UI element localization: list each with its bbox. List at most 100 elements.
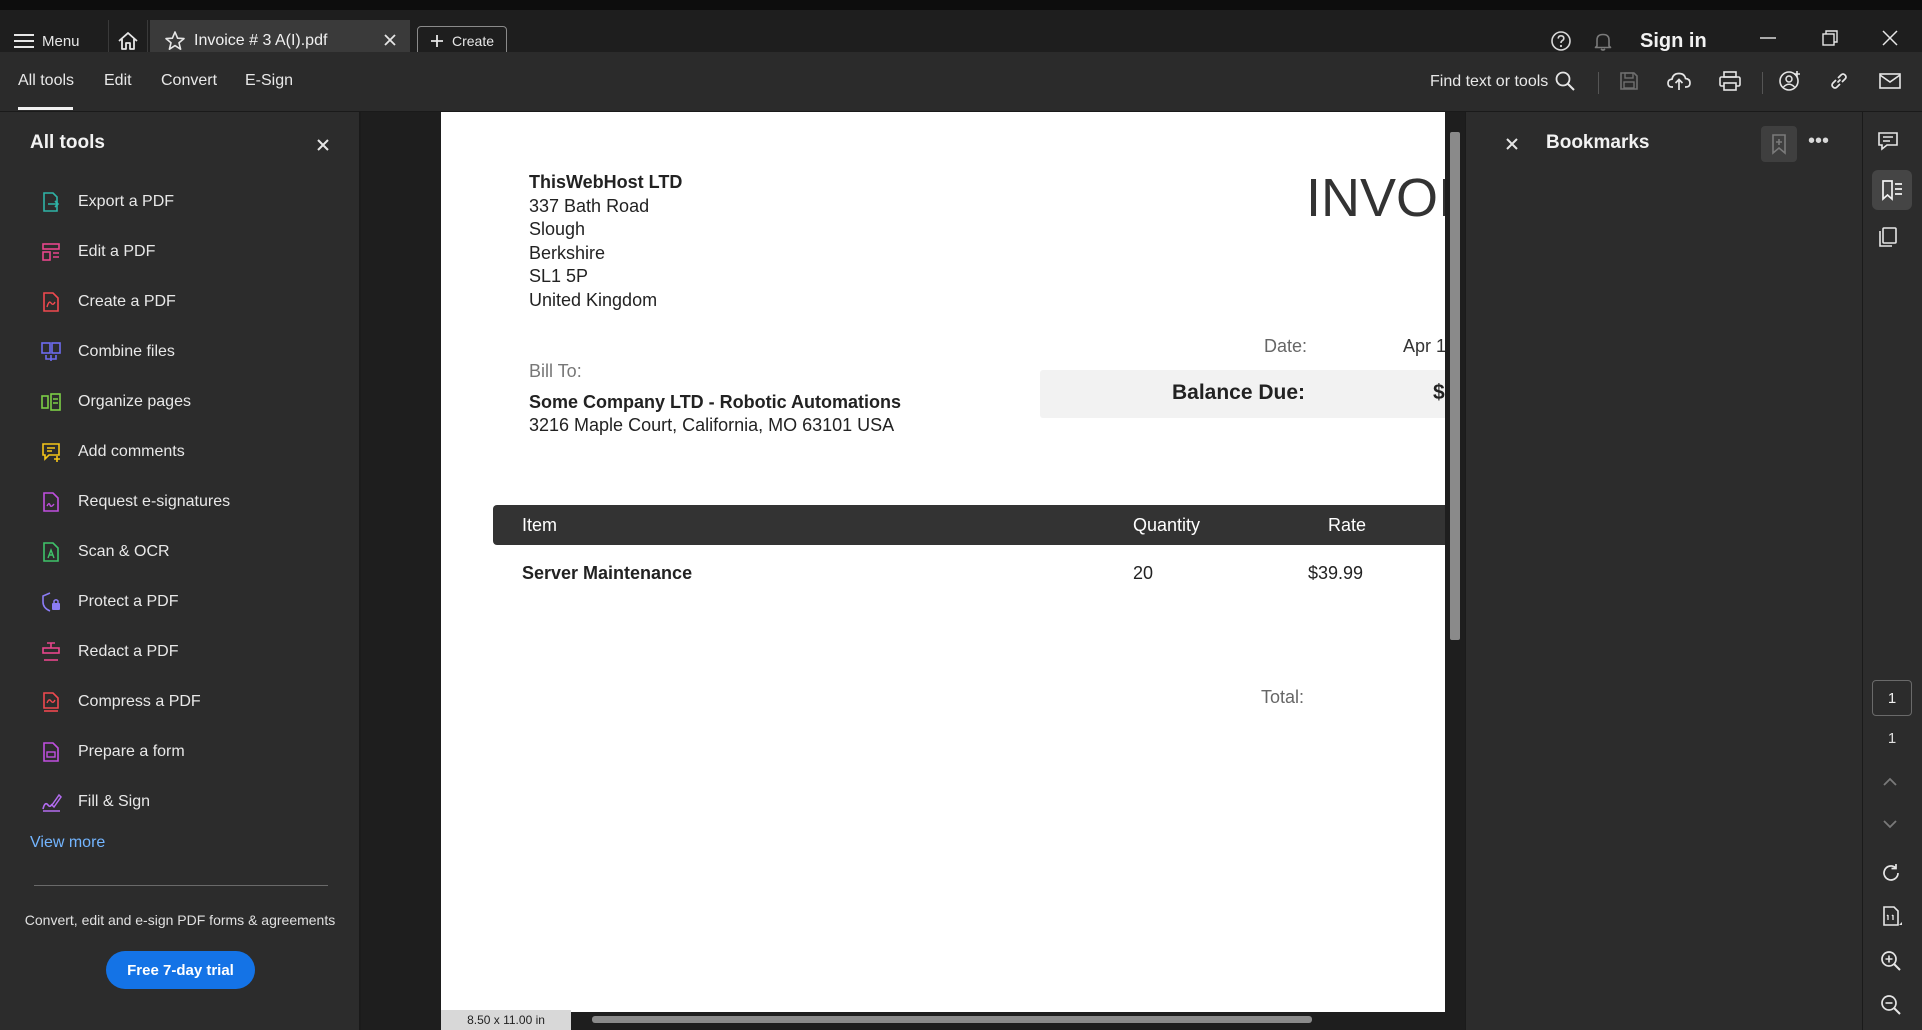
bookmark-list-icon bbox=[1880, 179, 1904, 201]
find-text-or-tools[interactable]: Find text or tools bbox=[1430, 73, 1548, 91]
plus-icon bbox=[430, 34, 444, 48]
tool-export-pdf[interactable]: Export a PDF bbox=[40, 182, 330, 222]
vertical-scrollbar[interactable] bbox=[1450, 132, 1460, 640]
right-rail bbox=[1862, 112, 1922, 1030]
share-user-icon[interactable] bbox=[1778, 70, 1802, 92]
bill-to-name: Some Company LTD - Robotic Automations bbox=[529, 392, 901, 412]
rotate-icon[interactable] bbox=[1880, 862, 1902, 884]
close-bookmarks-icon[interactable] bbox=[1505, 137, 1519, 151]
tool-combine-files[interactable]: Combine files bbox=[40, 332, 330, 372]
active-tab-indicator bbox=[18, 107, 73, 110]
close-window-icon[interactable] bbox=[1880, 28, 1900, 48]
tool-edit-pdf[interactable]: Edit a PDF bbox=[40, 232, 330, 272]
tool-label: Combine files bbox=[78, 343, 175, 360]
tool-add-comments[interactable]: Add comments bbox=[40, 432, 330, 472]
promo-text: Convert, edit and e-sign PDF forms & agr… bbox=[24, 912, 336, 928]
tool-label: Add comments bbox=[78, 443, 185, 460]
tab-label: Invoice # 3 A(I).pdf bbox=[194, 32, 328, 49]
star-icon[interactable] bbox=[164, 30, 186, 52]
help-icon[interactable] bbox=[1550, 30, 1572, 52]
pdf-page: ThisWebHost LTD 337 Bath Road Slough Ber… bbox=[441, 112, 1445, 1012]
total-label: Total: bbox=[1261, 687, 1305, 707]
tab-esign[interactable]: E-Sign bbox=[245, 72, 293, 90]
current-page-input[interactable]: 1 bbox=[1872, 680, 1912, 716]
create-pdf-icon bbox=[40, 291, 62, 313]
previous-page-icon[interactable] bbox=[1882, 776, 1898, 788]
sign-in-button[interactable]: Sign in bbox=[1640, 30, 1707, 53]
company-address-line: United Kingdom bbox=[529, 290, 658, 310]
compress-pdf-icon bbox=[40, 691, 62, 713]
tool-label: Create a PDF bbox=[78, 293, 176, 310]
view-more-link[interactable]: View more bbox=[30, 834, 105, 852]
tool-compress-pdf[interactable]: Compress a PDF bbox=[40, 682, 330, 722]
tool-label: Edit a PDF bbox=[78, 243, 156, 260]
more-options-icon[interactable]: ••• bbox=[1808, 130, 1829, 153]
balance-due-label: Balance Due: bbox=[1172, 381, 1306, 404]
menu-label: Menu bbox=[42, 32, 80, 50]
email-icon[interactable] bbox=[1878, 70, 1902, 92]
prepare-form-icon bbox=[40, 741, 62, 763]
tool-prepare-form[interactable]: Prepare a form bbox=[40, 732, 330, 772]
close-tab-icon[interactable] bbox=[382, 32, 398, 48]
create-label: Create bbox=[452, 33, 495, 49]
search-icon[interactable] bbox=[1554, 70, 1576, 92]
company-address-line: SL1 5P bbox=[529, 266, 589, 286]
tool-organize-pages[interactable]: Organize pages bbox=[40, 382, 330, 422]
next-page-icon[interactable] bbox=[1882, 818, 1898, 830]
hamburger-icon bbox=[14, 33, 34, 49]
tab-edit[interactable]: Edit bbox=[104, 72, 132, 90]
minimize-icon[interactable] bbox=[1758, 28, 1778, 48]
company-address-line: 337 Bath Road bbox=[529, 196, 650, 216]
company-address-line: Berkshire bbox=[529, 243, 606, 263]
horizontal-scrollbar[interactable] bbox=[592, 1016, 1312, 1023]
panel-divider bbox=[34, 885, 328, 886]
free-trial-button[interactable]: Free 7-day trial bbox=[106, 951, 255, 989]
add-bookmark-button[interactable] bbox=[1761, 126, 1797, 162]
notification-bell-icon[interactable] bbox=[1592, 30, 1614, 52]
tool-redact-pdf[interactable]: Redact a PDF bbox=[40, 632, 330, 672]
zoom-in-icon[interactable] bbox=[1880, 950, 1902, 972]
upload-cloud-icon[interactable] bbox=[1666, 70, 1692, 92]
protect-pdf-icon bbox=[40, 591, 62, 613]
comments-icon[interactable] bbox=[1876, 130, 1900, 152]
company-address-line: Slough bbox=[529, 219, 586, 239]
all-tools-panel: All tools Export a PDF Edit a PDF Create… bbox=[0, 112, 360, 1030]
fit-page-icon[interactable] bbox=[1880, 905, 1904, 929]
edit-pdf-icon bbox=[40, 241, 62, 263]
bill-to-address: 3216 Maple Court, California, MO 63101 U… bbox=[529, 415, 895, 435]
page-thumbnails-icon[interactable] bbox=[1876, 226, 1900, 248]
add-comments-icon bbox=[40, 441, 62, 463]
restore-icon[interactable] bbox=[1820, 28, 1840, 48]
bill-to-label: Bill To: bbox=[529, 361, 582, 381]
tool-label: Prepare a form bbox=[78, 743, 185, 760]
tool-protect-pdf[interactable]: Protect a PDF bbox=[40, 582, 330, 622]
tool-request-esignatures[interactable]: Request e-signatures bbox=[40, 482, 330, 522]
date-label: Date: bbox=[1264, 336, 1308, 356]
bookmarks-rail-button[interactable] bbox=[1872, 170, 1912, 210]
tool-label: Request e-signatures bbox=[78, 493, 231, 510]
close-panel-icon[interactable] bbox=[316, 138, 330, 152]
panel-title: All tools bbox=[30, 132, 105, 153]
zoom-out-icon[interactable] bbox=[1880, 994, 1902, 1016]
tool-scan-ocr[interactable]: Scan & OCR bbox=[40, 532, 330, 572]
company-name: ThisWebHost LTD bbox=[529, 172, 683, 192]
bookmarks-title: Bookmarks bbox=[1546, 132, 1650, 153]
tool-label: Export a PDF bbox=[78, 193, 175, 210]
tool-label: Organize pages bbox=[78, 393, 191, 410]
tab-all-tools[interactable]: All tools bbox=[18, 72, 74, 90]
total-pages: 1 bbox=[1887, 730, 1897, 747]
redact-pdf-icon bbox=[40, 641, 62, 663]
save-icon[interactable] bbox=[1618, 70, 1640, 92]
tool-label: Fill & Sign bbox=[78, 793, 151, 810]
combine-files-icon bbox=[40, 341, 62, 363]
tool-fill-sign[interactable]: Fill & Sign bbox=[40, 782, 330, 822]
table-header-row bbox=[493, 505, 1445, 545]
toolbar-divider bbox=[1598, 72, 1599, 94]
tab-convert[interactable]: Convert bbox=[161, 72, 217, 90]
add-bookmark-icon bbox=[1769, 133, 1789, 155]
print-icon[interactable] bbox=[1718, 70, 1742, 92]
link-icon[interactable] bbox=[1828, 70, 1850, 92]
column-header-item: Item bbox=[522, 515, 558, 535]
invoice-title: INVOI bbox=[1306, 168, 1445, 228]
tool-create-pdf[interactable]: Create a PDF bbox=[40, 282, 330, 322]
